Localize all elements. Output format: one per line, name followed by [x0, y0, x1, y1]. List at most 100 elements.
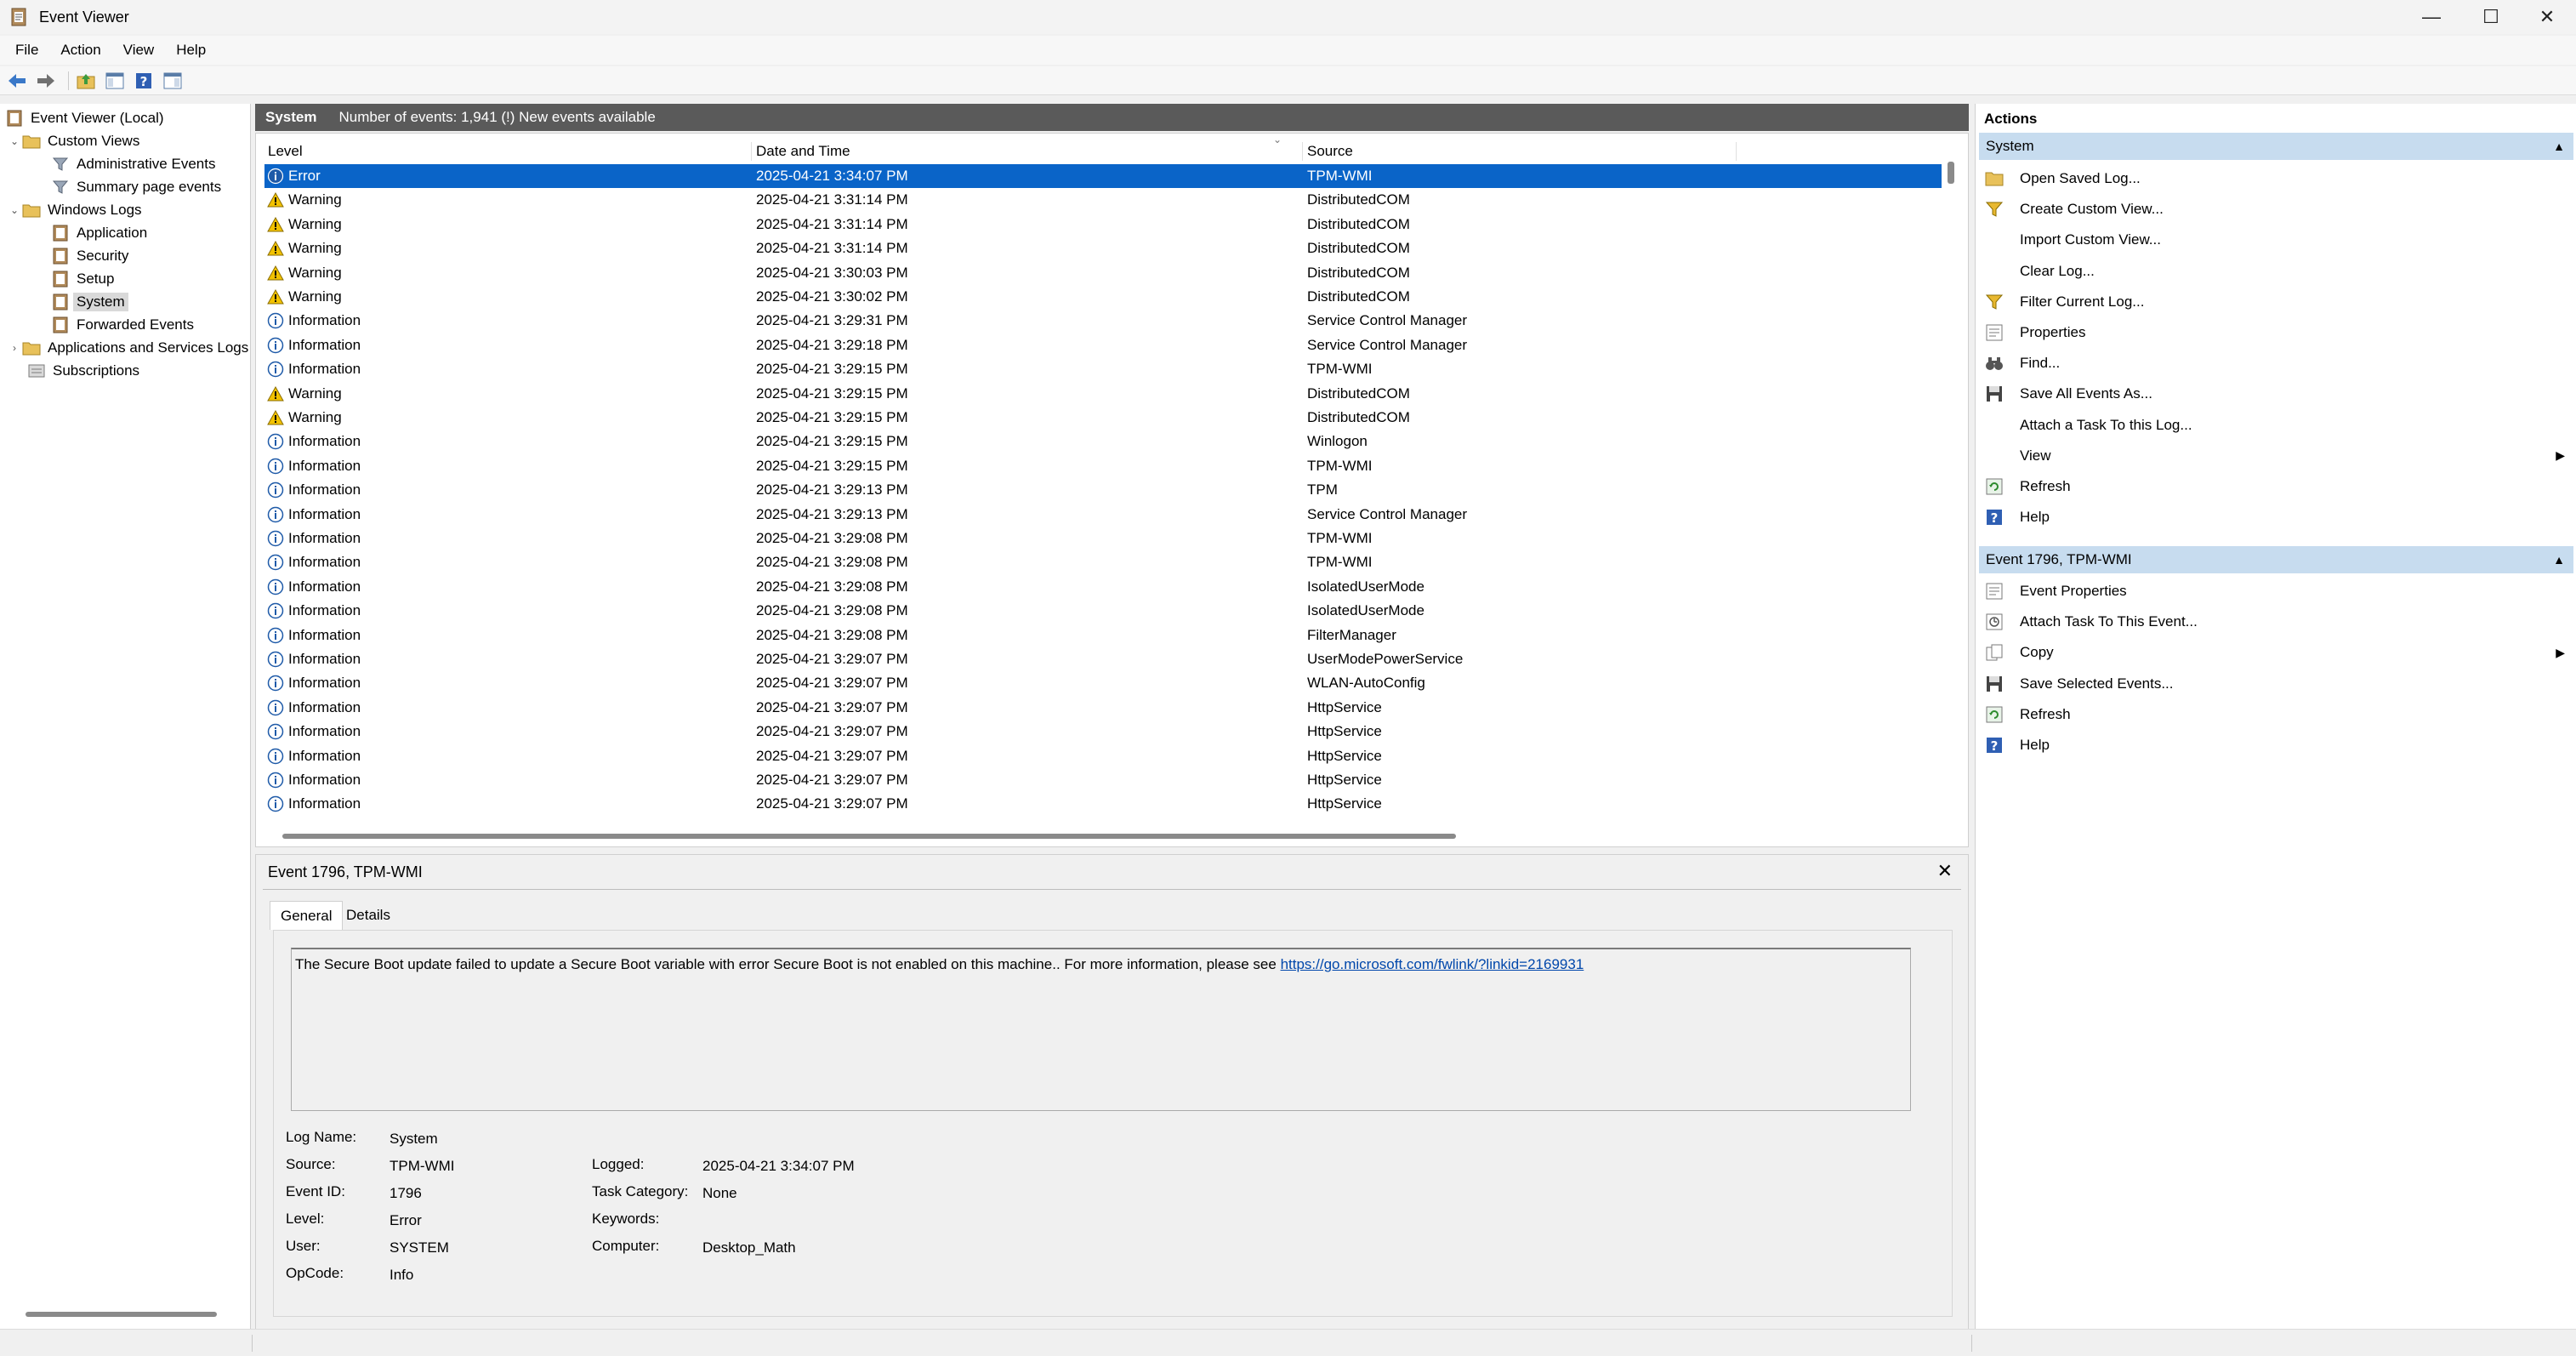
column-header-level[interactable]: Level — [268, 140, 303, 162]
event-row[interactable]: Warning 2025-04-21 3:31:14 PM DistributedC… — [264, 188, 1942, 212]
menu-help[interactable]: Help — [168, 38, 214, 62]
more-info-link[interactable]: https://go.microsoft.com/fwlink/?linkid=… — [1281, 956, 1584, 972]
tree-item-summary-page-events[interactable]: Summary page events — [51, 176, 221, 198]
column-header-date-and-time[interactable]: Date and Time — [756, 140, 850, 162]
tree-item-setup[interactable]: Setup — [51, 268, 114, 290]
event-level: Information — [266, 795, 361, 813]
event-list-vertical-scrollbar[interactable] — [1948, 162, 1954, 184]
action-open-saved-log[interactable]: Open Saved Log... — [1981, 165, 2572, 192]
action-attach-a-task-to-this-log[interactable]: Attach a Task To this Log... — [1981, 412, 2572, 439]
tree-item-application[interactable]: Application — [51, 222, 147, 244]
event-row[interactable]: Information 2025-04-21 3:29:08 PM FilterMa… — [264, 624, 1942, 647]
status-bar — [0, 1329, 2576, 1356]
event-row[interactable]: Information 2025-04-21 3:29:07 PM UserMode… — [264, 647, 1942, 671]
event-datetime: 2025-04-21 3:31:14 PM — [756, 240, 908, 257]
action-view[interactable]: View ▶ — [1981, 442, 2572, 470]
event-row[interactable]: Warning 2025-04-21 3:31:14 PM DistributedC… — [264, 236, 1942, 260]
forward-button[interactable] — [34, 69, 58, 93]
log-icon — [53, 293, 68, 311]
event-level-text: Information — [288, 626, 361, 643]
action-find[interactable]: Find... — [1981, 350, 2572, 377]
collapse-chevron-icon[interactable]: ⌄ — [7, 204, 22, 216]
tree-item-custom-views[interactable]: ⌄ Custom Views — [7, 130, 139, 152]
menu-action[interactable]: Action — [52, 38, 109, 62]
action-refresh[interactable]: Refresh — [1981, 473, 2572, 500]
close-detail-button[interactable]: ✕ — [1937, 860, 1953, 882]
actions-section-system[interactable]: System ▲ — [1979, 133, 2573, 160]
tab-details[interactable]: Details — [336, 901, 401, 930]
event-row[interactable]: Warning 2025-04-21 3:29:15 PM DistributedC… — [264, 382, 1942, 406]
expand-chevron-icon[interactable]: › — [7, 342, 22, 354]
event-row[interactable]: Information 2025-04-21 3:29:07 PM HttpServ… — [264, 768, 1942, 792]
up-folder-button[interactable] — [74, 69, 98, 93]
back-button[interactable] — [5, 69, 29, 93]
show-hide-tree-button[interactable] — [103, 69, 127, 93]
action-create-custom-view[interactable]: Create Custom View... — [1981, 196, 2572, 223]
action-help[interactable]: ? Help — [1981, 732, 2572, 759]
close-window-button[interactable]: ✕ — [2517, 0, 2576, 34]
tree-item-administrative-events[interactable]: Administrative Events — [51, 153, 215, 175]
action-save-all-events-as[interactable]: Save All Events As... — [1981, 380, 2572, 407]
tree-item-root[interactable]: Event Viewer (Local) — [5, 107, 164, 129]
action-save-selected-events[interactable]: Save Selected Events... — [1981, 670, 2572, 698]
actions-section-event[interactable]: Event 1796, TPM-WMI ▲ — [1979, 546, 2573, 573]
event-row[interactable]: Information 2025-04-21 3:29:07 PM HttpServ… — [264, 696, 1942, 720]
collapse-chevron-icon[interactable]: ⌄ — [7, 135, 22, 147]
event-row[interactable]: Information 2025-04-21 3:29:07 PM HttpServ… — [264, 720, 1942, 744]
information-icon — [267, 313, 284, 329]
tree-item-subscriptions[interactable]: Subscriptions — [27, 360, 139, 382]
event-row[interactable]: Warning 2025-04-21 3:31:14 PM DistributedC… — [264, 213, 1942, 236]
value-logged: 2025-04-21 3:34:07 PM — [702, 1158, 855, 1174]
event-row[interactable]: Information 2025-04-21 3:29:07 PM WLAN-Aut… — [264, 671, 1942, 695]
event-row[interactable]: Information 2025-04-21 3:29:13 PM TPM — [264, 478, 1942, 502]
action-refresh[interactable]: Refresh — [1981, 701, 2572, 728]
event-row[interactable]: Error 2025-04-21 3:34:07 PM TPM-WMI — [264, 164, 1942, 188]
action-event-properties[interactable]: Event Properties — [1981, 578, 2572, 605]
action-import-custom-view[interactable]: Import Custom View... — [1981, 226, 2572, 254]
minimize-button[interactable]: — — [2402, 0, 2461, 34]
maximize-button[interactable]: ☐ — [2461, 0, 2521, 34]
event-row[interactable]: Information 2025-04-21 3:29:31 PM Service … — [264, 309, 1942, 333]
event-row[interactable]: Information 2025-04-21 3:29:15 PM TPM-WMI — [264, 454, 1942, 478]
collapse-chevron-icon[interactable]: ▲ — [2553, 140, 2565, 153]
show-hide-action-pane-button[interactable] — [161, 69, 185, 93]
event-row[interactable]: Warning 2025-04-21 3:30:02 PM DistributedC… — [264, 285, 1942, 309]
label-source: Source: — [286, 1156, 336, 1172]
event-row[interactable]: Information 2025-04-21 3:29:15 PM Winlogon — [264, 430, 1942, 453]
action-copy[interactable]: Copy ▶ — [1981, 639, 2572, 666]
tree-item-forwarded-events[interactable]: Forwarded Events — [51, 314, 194, 336]
tab-general[interactable]: General — [270, 901, 344, 930]
event-source: DistributedCOM — [1307, 409, 1410, 425]
event-row[interactable]: Information 2025-04-21 3:29:07 PM HttpServ… — [264, 792, 1942, 816]
menu-file[interactable]: File — [7, 38, 47, 62]
collapse-chevron-icon[interactable]: ▲ — [2553, 553, 2565, 567]
event-source: Service Control Manager — [1307, 505, 1468, 522]
tree-item-windows-logs[interactable]: ⌄ Windows Logs — [7, 199, 142, 221]
event-level: Information — [266, 650, 361, 669]
event-row[interactable]: Information 2025-04-21 3:29:08 PM TPM-WMI — [264, 550, 1942, 574]
event-row[interactable]: Information 2025-04-21 3:29:18 PM Service … — [264, 333, 1942, 357]
event-row[interactable]: Information 2025-04-21 3:29:08 PM Isolated… — [264, 599, 1942, 623]
column-header-source[interactable]: Source — [1307, 140, 1353, 162]
menu-view[interactable]: View — [115, 38, 163, 62]
event-row[interactable]: Information 2025-04-21 3:29:07 PM HttpServ… — [264, 744, 1942, 768]
help-toolbar-button[interactable]: ? — [132, 69, 156, 93]
action-clear-log[interactable]: Clear Log... — [1981, 258, 2572, 285]
event-row[interactable]: Warning 2025-04-21 3:30:03 PM DistributedC… — [264, 261, 1942, 285]
event-row[interactable]: Information 2025-04-21 3:29:08 PM TPM-WMI — [264, 527, 1942, 550]
event-row[interactable]: Warning 2025-04-21 3:29:15 PM DistributedC… — [264, 406, 1942, 430]
tree-horizontal-scrollbar[interactable] — [26, 1312, 217, 1317]
tree-item-system[interactable]: System — [51, 291, 128, 313]
event-row[interactable]: Information 2025-04-21 3:29:15 PM TPM-WMI — [264, 357, 1942, 381]
event-row[interactable]: Information 2025-04-21 3:29:13 PM Service … — [264, 503, 1942, 527]
action-properties[interactable]: Properties — [1981, 319, 2572, 346]
action-filter-current-log[interactable]: Filter Current Log... — [1981, 288, 2572, 316]
tree-item-security[interactable]: Security — [51, 245, 128, 267]
label-log-name: Log Name: — [286, 1129, 357, 1145]
action-help[interactable]: ? Help — [1981, 504, 2572, 531]
event-row[interactable]: Information 2025-04-21 3:29:08 PM Isolated… — [264, 575, 1942, 599]
tree-item-applications-and-services-logs[interactable]: › Applications and Services Logs — [7, 337, 248, 359]
event-list-horizontal-scrollbar[interactable] — [282, 834, 1456, 839]
action-attach-task-to-this-event[interactable]: Attach Task To This Event... — [1981, 608, 2572, 635]
event-level: Information — [266, 360, 361, 379]
